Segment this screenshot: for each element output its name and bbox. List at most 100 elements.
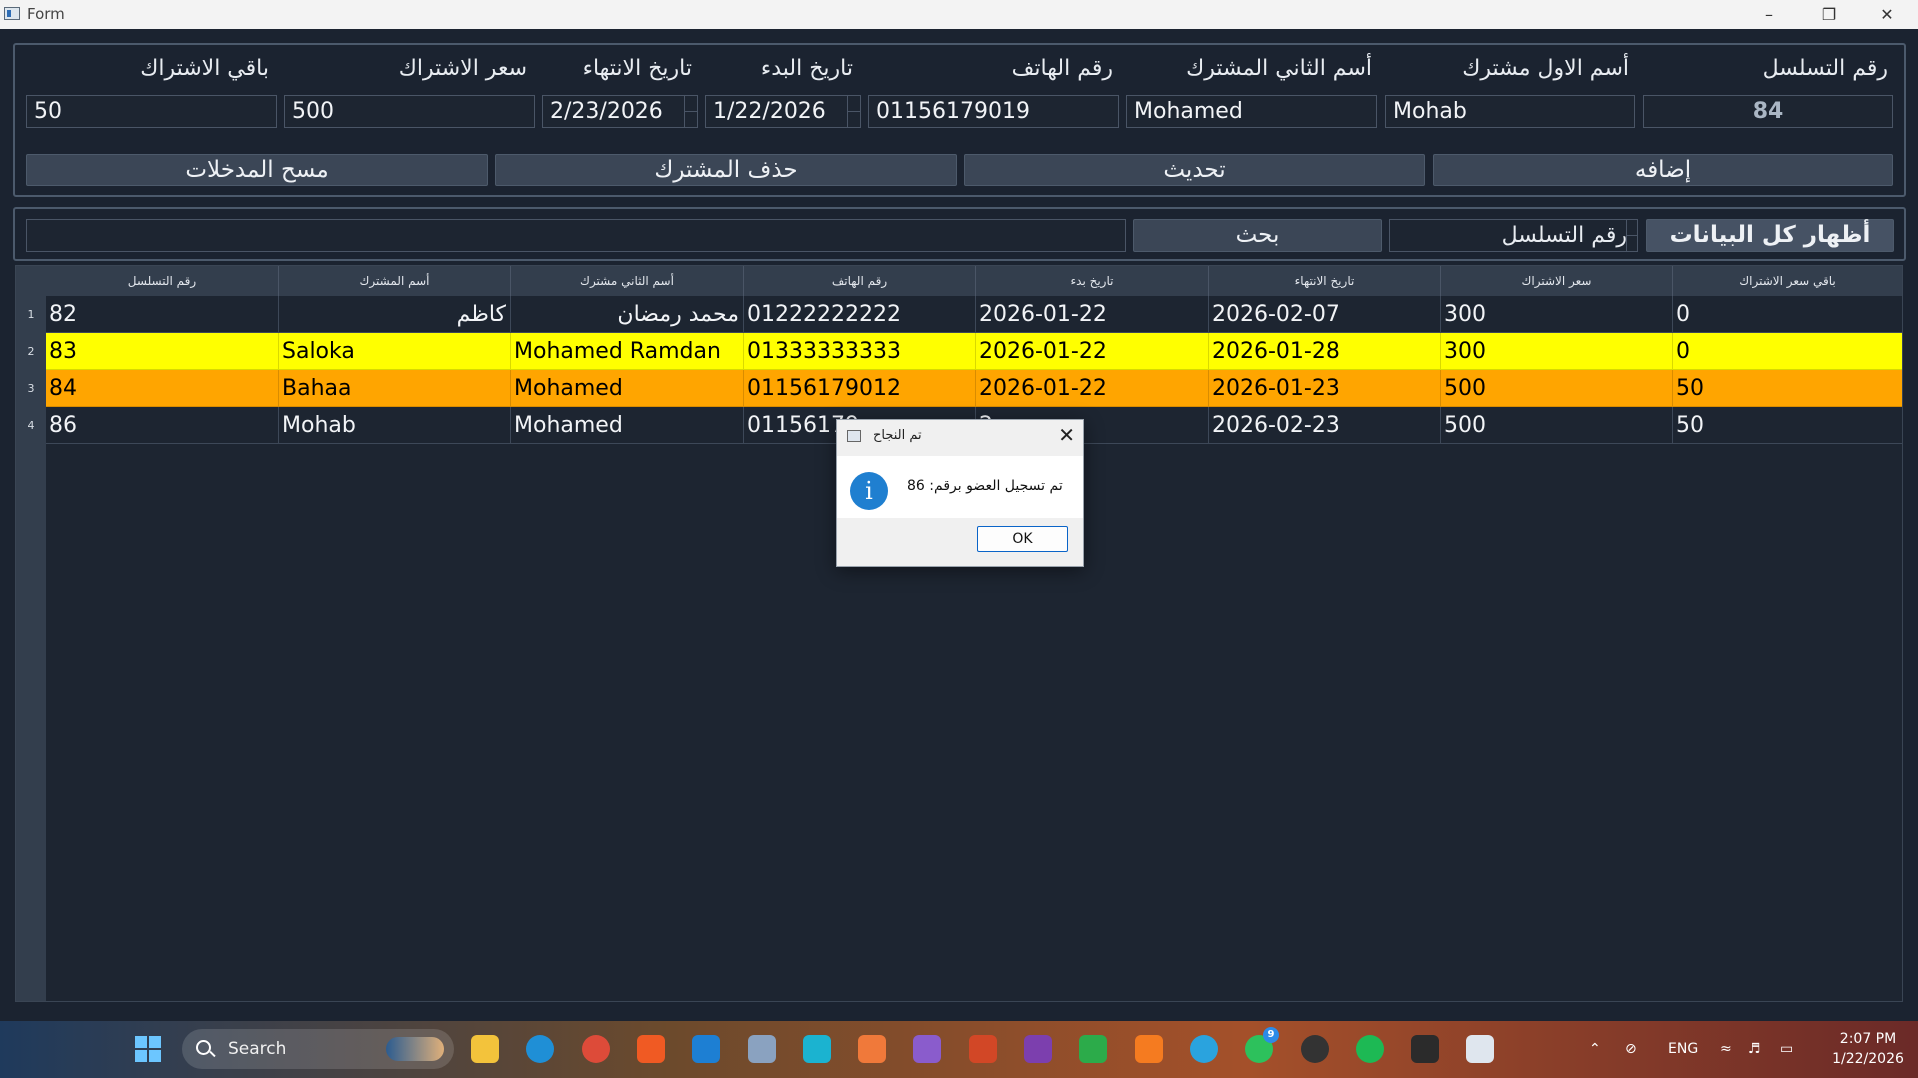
taskbar-clock[interactable]: 2:07 PM 1/22/2026 bbox=[1822, 1029, 1914, 1069]
end-date-spinner[interactable] bbox=[684, 96, 697, 127]
brave-icon[interactable] bbox=[637, 1035, 665, 1063]
search-field-dropdown[interactable] bbox=[1626, 220, 1637, 251]
table-cell[interactable]: 2026-02-23 bbox=[1209, 407, 1441, 444]
table-cell[interactable]: 300 bbox=[1441, 333, 1673, 370]
dropbox-d-icon[interactable] bbox=[1079, 1035, 1107, 1063]
second-name-field[interactable]: Mohamed bbox=[1126, 95, 1377, 128]
restore-button[interactable]: ❐ bbox=[1800, 0, 1858, 29]
volume-icon[interactable]: ♬ bbox=[1748, 1021, 1761, 1078]
table-cell[interactable]: Mohamed bbox=[511, 407, 744, 444]
table-cell[interactable]: 83 bbox=[46, 333, 279, 370]
whatsapp-icon[interactable]: 9 bbox=[1245, 1027, 1279, 1063]
serial-field[interactable]: 84 bbox=[1643, 95, 1893, 128]
edge-icon[interactable] bbox=[526, 1035, 554, 1063]
subscribers-table[interactable]: رقم التسلسل أسم المشترك أسم الثاني مشترك… bbox=[15, 265, 1903, 1002]
start-date-field[interactable]: 1/22/2026 bbox=[705, 95, 861, 128]
header-price[interactable]: سعر الاشتراك bbox=[1441, 266, 1673, 296]
table-cell[interactable]: 0 bbox=[1673, 296, 1902, 333]
search-button[interactable]: بحث bbox=[1133, 219, 1382, 252]
first-name-field[interactable]: Mohab bbox=[1385, 95, 1635, 128]
ok-button[interactable]: OK bbox=[977, 526, 1068, 552]
table-cell[interactable]: 50 bbox=[1673, 407, 1902, 444]
table-cell[interactable]: 01156179012 bbox=[744, 370, 976, 407]
header-name[interactable]: أسم المشترك bbox=[279, 266, 511, 296]
close-button[interactable]: ✕ bbox=[1858, 0, 1916, 29]
table-cell[interactable]: 86 bbox=[46, 407, 279, 444]
show-hidden-icons[interactable]: ⌃ bbox=[1589, 1021, 1601, 1078]
table-row[interactable]: 83 Saloka Mohamed Ramdan 01333333333 2026-01… bbox=[46, 333, 1902, 370]
table-cell[interactable]: 01333333333 bbox=[744, 333, 976, 370]
table-cell[interactable]: 500 bbox=[1441, 407, 1673, 444]
table-cell[interactable]: 50 bbox=[1673, 370, 1902, 407]
table-row[interactable]: 82 كاظم محمد رمضان 01222222222 2026-01-22 202… bbox=[46, 296, 1902, 333]
table-cell[interactable]: 84 bbox=[46, 370, 279, 407]
table-cell[interactable]: 0 bbox=[1673, 333, 1902, 370]
table-cell[interactable]: كاظم bbox=[279, 296, 511, 333]
spotify-icon[interactable] bbox=[1356, 1035, 1384, 1063]
figma-icon[interactable] bbox=[858, 1035, 886, 1063]
table-row[interactable]: 84 Bahaa Mohamed 01156179012 2026-01-22 2026-… bbox=[46, 370, 1902, 407]
vscode-icon[interactable] bbox=[692, 1035, 720, 1063]
phone-field[interactable]: 01156179019 bbox=[868, 95, 1119, 128]
table-cell[interactable]: 2026-01-22 bbox=[976, 296, 1209, 333]
header-end-date[interactable]: تاريخ الانتهاء bbox=[1209, 266, 1441, 296]
header-phone[interactable]: رقم الهاتف bbox=[744, 266, 976, 296]
cube-app-icon[interactable] bbox=[748, 1035, 776, 1063]
start-icon[interactable] bbox=[134, 1035, 162, 1063]
table-cell[interactable]: 82 bbox=[46, 296, 279, 333]
visual-studio-icon[interactable] bbox=[913, 1035, 941, 1063]
table-cell[interactable]: Mohab bbox=[279, 407, 511, 444]
xampp-icon[interactable] bbox=[1135, 1035, 1163, 1063]
table-cell[interactable]: 300 bbox=[1441, 296, 1673, 333]
clear-button[interactable]: مسح المدخلات bbox=[26, 154, 488, 186]
telegram-icon[interactable] bbox=[1190, 1035, 1218, 1063]
battery-icon[interactable]: ▭ bbox=[1780, 1021, 1793, 1078]
table-cell[interactable]: Bahaa bbox=[279, 370, 511, 407]
app-icon bbox=[4, 7, 20, 20]
form-app-icon[interactable] bbox=[1466, 1035, 1494, 1063]
language-indicator[interactable]: ENG bbox=[1668, 1021, 1698, 1078]
onenote-icon[interactable] bbox=[1024, 1035, 1052, 1063]
notifications-off-icon[interactable]: ⊘ bbox=[1625, 1021, 1637, 1078]
row-number[interactable]: 1 bbox=[16, 296, 46, 333]
file-explorer-icon[interactable] bbox=[471, 1035, 499, 1063]
row-number[interactable]: 2 bbox=[16, 333, 46, 370]
show-all-button[interactable]: أظهار كل البيانات bbox=[1646, 219, 1894, 252]
bolt-app-icon[interactable] bbox=[803, 1035, 831, 1063]
table-cell[interactable]: 500 bbox=[1441, 370, 1673, 407]
dialog-close-icon[interactable]: ✕ bbox=[1058, 423, 1075, 447]
table-cell[interactable]: 2026-01-28 bbox=[1209, 333, 1441, 370]
search-field-selector[interactable]: رقم التسلسل bbox=[1389, 219, 1638, 252]
powerpoint-icon[interactable] bbox=[969, 1035, 997, 1063]
add-button[interactable]: إضافه bbox=[1433, 154, 1893, 186]
header-remaining[interactable]: باقي سعر الاشتراك bbox=[1673, 266, 1902, 296]
table-cell[interactable]: Saloka bbox=[279, 333, 511, 370]
table-cell[interactable]: 2026-01-23 bbox=[1209, 370, 1441, 407]
terminal-icon[interactable] bbox=[1411, 1035, 1439, 1063]
media-player-icon[interactable] bbox=[1301, 1035, 1329, 1063]
chrome-icon[interactable] bbox=[582, 1035, 610, 1063]
update-button[interactable]: تحديث bbox=[964, 154, 1425, 186]
row-number[interactable]: 4 bbox=[16, 407, 46, 444]
taskbar-search[interactable]: Search bbox=[182, 1029, 454, 1069]
remaining-field[interactable]: 50 bbox=[26, 95, 277, 128]
wifi-icon[interactable]: ≈ bbox=[1720, 1021, 1732, 1078]
start-date-spinner[interactable] bbox=[847, 96, 860, 127]
table-cell[interactable]: 2026-02-07 bbox=[1209, 296, 1441, 333]
header-serial[interactable]: رقم التسلسل bbox=[46, 266, 279, 296]
table-cell[interactable]: 01222222222 bbox=[744, 296, 976, 333]
table-cell[interactable]: 2026-01-22 bbox=[976, 333, 1209, 370]
search-input[interactable] bbox=[26, 219, 1126, 252]
row-number[interactable]: 3 bbox=[16, 370, 46, 407]
header-second-name[interactable]: أسم الثاني مشترك bbox=[511, 266, 744, 296]
table-cell[interactable]: محمد رمضان bbox=[511, 296, 744, 333]
table-cell[interactable]: Mohamed bbox=[511, 370, 744, 407]
end-date-field[interactable]: 2/23/2026 bbox=[542, 95, 698, 128]
delete-button[interactable]: حذف المشترك bbox=[495, 154, 957, 186]
minimize-button[interactable]: – bbox=[1740, 0, 1798, 29]
start-date-value: 1/22/2026 bbox=[713, 99, 826, 124]
header-start-date[interactable]: تاريخ بدء bbox=[976, 266, 1209, 296]
price-field[interactable]: 500 bbox=[284, 95, 535, 128]
table-cell[interactable]: 2026-01-22 bbox=[976, 370, 1209, 407]
table-cell[interactable]: Mohamed Ramdan bbox=[511, 333, 744, 370]
